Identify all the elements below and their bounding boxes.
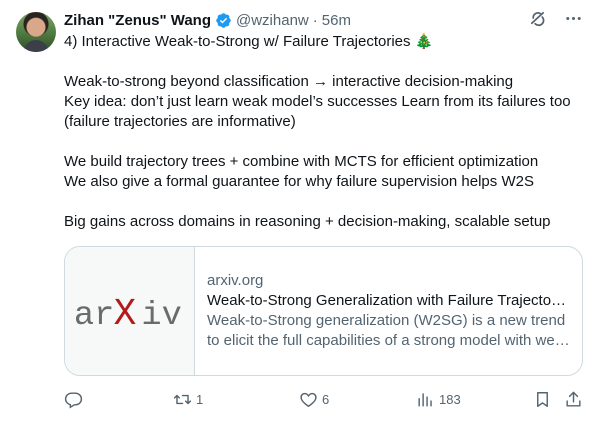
link-preview-card[interactable]: ar X iv arxiv.org Weak-to-Strong General… [64,246,583,376]
arxiv-logo-x: X [114,294,137,336]
card-title: Weak-to-Strong Generalization with Failu… [207,292,571,309]
author-name[interactable]: Zihan "Zenus" Wang [64,12,211,29]
tweet-line: Big gains across domains in reasoning + … [64,213,551,230]
arxiv-logo: ar X iv [65,247,195,375]
tweet-line: Weak-to-strong beyond classification → i… [64,73,514,90]
tweet-line: Key idea: don’t just learn weak model’s … [64,93,575,130]
card-domain: arxiv.org [207,272,264,289]
like-button[interactable]: 6 [299,390,329,409]
author-handle[interactable]: @wzihanw [236,12,309,29]
reply-icon [64,391,83,408]
retweet-button[interactable]: 1 [173,390,203,409]
share-button[interactable] [564,390,583,409]
author-avatar[interactable] [16,12,56,52]
retweet-icon [173,394,192,404]
like-icon [300,392,317,407]
action-bar: 1 6 183 [64,388,583,410]
card-description: Weak-to-Strong generalization (W2SG) is … [207,312,571,349]
tweet-text: 4) Interactive Weak-to-Strong w/ Failure… [64,32,584,232]
share-icon [566,391,581,407]
tweet-line: We also give a formal guarantee for why … [64,173,534,190]
more-icon[interactable] [563,8,583,28]
tweet-line: We build trajectory trees + combine with… [64,153,539,170]
views-button[interactable]: 183 [416,390,461,409]
arxiv-logo-iv: iv [141,297,181,335]
avatar-figure [24,40,48,52]
reply-button[interactable] [64,390,87,409]
views-icon [418,392,432,407]
grok-icon[interactable] [527,8,547,28]
views-count: 183 [439,391,461,407]
tweet-header: Zihan "Zenus" Wang @wzihanw · 56m [64,10,351,30]
header-separator: · [312,11,318,29]
like-count: 6 [322,391,330,407]
retweet-count: 1 [196,391,204,407]
bookmark-icon [537,391,548,407]
tweet-timestamp[interactable]: 56m [322,12,351,29]
bookmark-button[interactable] [533,390,552,409]
verified-icon [215,12,232,29]
tweet-line: 4) Interactive Weak-to-Strong w/ Failure… [64,33,434,50]
arxiv-logo-ar: ar [74,297,114,335]
